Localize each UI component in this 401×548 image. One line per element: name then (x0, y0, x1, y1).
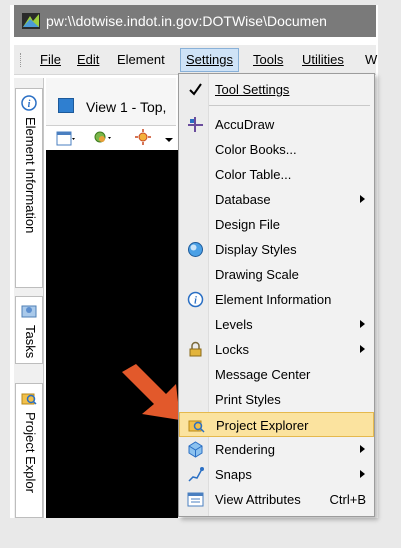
title-bar: pw:\\dotwise.indot.in.gov:DOTWise\Docume… (14, 5, 376, 37)
menu-item-levels[interactable]: Levels (179, 312, 374, 337)
display-style-toolbar-icon[interactable] (92, 128, 112, 146)
menu-item-snaps[interactable]: Snaps (179, 462, 374, 487)
menu-element[interactable]: Element (117, 52, 165, 67)
svg-text:i: i (28, 99, 31, 110)
rendering-icon (188, 441, 203, 458)
menu-utilities[interactable]: Utilities (302, 52, 344, 67)
menu-tools[interactable]: Tools (253, 52, 283, 67)
submenu-arrow-icon (360, 345, 365, 353)
menu-item-display-styles[interactable]: Display Styles (179, 237, 374, 262)
submenu-arrow-icon (360, 195, 365, 203)
toolbar-grip[interactable] (20, 53, 23, 67)
menu-separator (209, 105, 370, 106)
microstation-app-icon (22, 13, 40, 29)
menu-item-element-information[interactable]: i Element Information (179, 287, 374, 312)
tab-project-explorer[interactable]: Project Explor (15, 383, 43, 518)
menu-item-tool-settings[interactable]: Tool Settings (179, 77, 374, 102)
view-attributes-toolbar-icon[interactable] (56, 130, 76, 148)
tasks-icon (21, 305, 37, 318)
menu-item-view-attributes[interactable]: View Attributes Ctrl+B (179, 487, 374, 512)
menu-item-database[interactable]: Database (179, 187, 374, 212)
lock-icon (189, 341, 202, 357)
display-styles-icon (188, 242, 203, 257)
submenu-arrow-icon (360, 320, 365, 328)
menu-bar: File Edit Element Settings Tools Utiliti… (14, 45, 377, 75)
lighting-toolbar-icon[interactable] (134, 128, 154, 146)
menu-item-drawing-scale[interactable]: Drawing Scale (179, 262, 374, 287)
view-header: View 1 - Top, (46, 78, 176, 126)
tab-tasks[interactable]: Tasks (15, 296, 43, 364)
view-window-icon (58, 98, 74, 113)
shortcut-label: Ctrl+B (329, 492, 366, 507)
view-title: View 1 - Top, (86, 99, 167, 115)
settings-menu: Tool Settings AccuDraw Color Books... Co… (178, 73, 375, 517)
menu-edit[interactable]: Edit (77, 52, 99, 67)
svg-text:i: i (194, 296, 197, 307)
check-icon (189, 83, 202, 96)
menu-item-project-explorer[interactable]: Project Explorer (179, 412, 374, 437)
project-explorer-icon (21, 393, 37, 405)
side-panel-tabs: i Element Information Tasks Project Expl… (14, 78, 44, 518)
menu-file[interactable]: File (40, 52, 61, 67)
snaps-icon (188, 467, 204, 482)
menu-item-accudraw[interactable]: AccuDraw (179, 112, 374, 137)
info-icon: i (21, 95, 37, 111)
submenu-arrow-icon (360, 445, 365, 453)
view-attributes-icon (187, 492, 204, 507)
menu-item-locks[interactable]: Locks (179, 337, 374, 362)
info-icon: i (187, 291, 204, 308)
menu-item-print-styles[interactable]: Print Styles (179, 387, 374, 412)
menu-window[interactable]: W (365, 52, 377, 67)
tab-element-information[interactable]: i Element Information (15, 88, 43, 288)
menu-settings[interactable]: Settings (180, 48, 239, 72)
menu-item-rendering[interactable]: Rendering (179, 437, 374, 462)
tab-label: Project Explor (23, 412, 38, 493)
menu-item-design-file[interactable]: Design File (179, 212, 374, 237)
window-title: pw:\\dotwise.indot.in.gov:DOTWise\Docume… (46, 13, 327, 29)
menu-item-message-center[interactable]: Message Center (179, 362, 374, 387)
project-explorer-icon (188, 420, 205, 433)
submenu-arrow-icon (360, 470, 365, 478)
tab-label: Element Information (23, 117, 38, 234)
tab-label: Tasks (23, 325, 38, 359)
chevron-down-icon[interactable] (162, 130, 176, 148)
view-canvas[interactable] (46, 150, 178, 518)
menu-item-color-table[interactable]: Color Table... (179, 162, 374, 187)
menu-item-color-books[interactable]: Color Books... (179, 137, 374, 162)
accudraw-icon (188, 117, 203, 132)
